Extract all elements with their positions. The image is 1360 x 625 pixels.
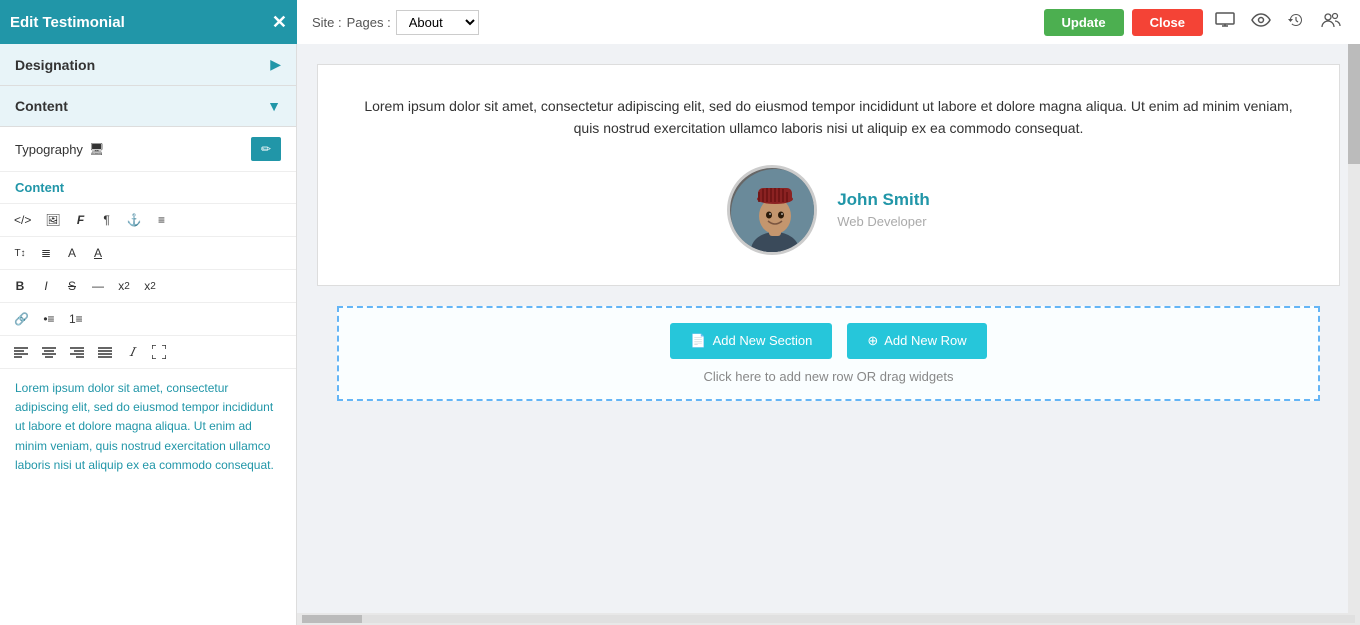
fontcolor-btn[interactable]: A xyxy=(60,241,84,265)
highlight-btn[interactable]: A xyxy=(86,241,110,265)
ordered-list-btn[interactable]: 1≡ xyxy=(63,307,89,331)
history-icon[interactable] xyxy=(1283,7,1309,38)
content-arrow-icon: ▼ xyxy=(267,98,281,114)
toolbar-row-1: </> 🖼 F ¶ ⚓ ≡ xyxy=(0,204,296,237)
monitor-icon: 🖥 xyxy=(89,142,104,156)
content-label-row: Content xyxy=(0,172,296,204)
add-section-buttons: 📄 Add New Section ⊕ Add New Row xyxy=(354,323,1303,359)
italic3-btn[interactable]: 𝐼 xyxy=(120,340,144,364)
toolbar-row-3: B I S — x2 x2 xyxy=(0,270,296,303)
pages-label: Pages : xyxy=(347,15,391,30)
plus-icon: ⊕ xyxy=(867,333,878,349)
testimonial-card: Lorem ipsum dolor sit amet, consectetur … xyxy=(317,64,1340,286)
pencil-icon: ✏ xyxy=(261,142,271,156)
author-info: John Smith Web Developer xyxy=(837,190,930,229)
top-bar-actions: Update Close xyxy=(1044,7,1345,38)
bottom-scrollbar[interactable] xyxy=(297,613,1360,625)
hr-btn[interactable]: — xyxy=(86,274,110,298)
justify-btn[interactable] xyxy=(92,340,118,364)
top-bar-main: Site : Pages : About Home Contact Blog U… xyxy=(297,0,1360,44)
font-btn[interactable]: F xyxy=(69,208,93,232)
left-panel: Designation ▶ Content ▼ Typography 🖥 ✏ C… xyxy=(0,44,297,625)
toolbar-row-4: 🔗 •≡ 1≡ xyxy=(0,303,296,336)
code-btn[interactable]: </> xyxy=(8,208,37,232)
list-indent-btn[interactable]: ≣ xyxy=(34,241,58,265)
canvas-area: Lorem ipsum dolor sit amet, consectetur … xyxy=(297,44,1360,625)
add-new-section-button[interactable]: 📄 Add New Section xyxy=(670,323,832,359)
users-icon[interactable] xyxy=(1317,8,1345,37)
content-section-header[interactable]: Content ▼ xyxy=(0,86,296,127)
author-title: Web Developer xyxy=(837,214,930,229)
bullet-list-btn[interactable]: •≡ xyxy=(37,307,61,331)
align-center-btn[interactable] xyxy=(36,340,62,364)
content-section-label: Content xyxy=(15,98,68,114)
align-btn[interactable]: ≡ xyxy=(150,208,174,232)
designation-arrow-icon: ▶ xyxy=(270,56,281,73)
editor-title: Edit Testimonial xyxy=(10,14,272,31)
align-right-btn[interactable] xyxy=(64,340,90,364)
anchor-btn[interactable]: ⚓ xyxy=(121,208,148,232)
superscript-btn[interactable]: x2 xyxy=(112,274,136,298)
image-btn[interactable]: 🖼 xyxy=(39,208,66,232)
right-scrollbar-thumb[interactable] xyxy=(1348,44,1360,164)
toolbar-row-5: 𝐼 xyxy=(0,336,296,369)
typography-edit-button[interactable]: ✏ xyxy=(251,137,281,161)
bottom-scrollbar-thumb[interactable] xyxy=(302,615,362,623)
add-section-area: 📄 Add New Section ⊕ Add New Row Click he… xyxy=(337,306,1320,401)
author-avatar xyxy=(727,165,817,255)
designation-section[interactable]: Designation ▶ xyxy=(0,44,296,86)
bold-btn[interactable]: B xyxy=(8,274,32,298)
paragraph-btn[interactable]: ¶ xyxy=(95,208,119,232)
add-new-row-button[interactable]: ⊕ Add New Row xyxy=(847,323,986,359)
update-button[interactable]: Update xyxy=(1044,9,1124,36)
align-left-btn[interactable] xyxy=(8,340,34,364)
preview-icon[interactable] xyxy=(1247,9,1275,36)
designation-label: Designation xyxy=(15,57,95,73)
textsize-btn[interactable]: T↕ xyxy=(8,241,32,265)
toolbar-row-2: T↕ ≣ A A xyxy=(0,237,296,270)
italic-btn[interactable]: I xyxy=(34,274,58,298)
close-button[interactable]: Close xyxy=(1132,9,1203,36)
subscript-btn[interactable]: x2 xyxy=(138,274,162,298)
pages-select[interactable]: About Home Contact Blog xyxy=(396,10,479,35)
close-x-button[interactable]: ✕ xyxy=(272,12,287,33)
site-label: Site : xyxy=(312,15,342,30)
editor-content[interactable]: Lorem ipsum dolor sit amet, consectetur … xyxy=(15,379,281,475)
testimonial-text: Lorem ipsum dolor sit amet, consectetur … xyxy=(358,95,1299,140)
editor-header: Edit Testimonial ✕ xyxy=(0,0,297,44)
fullscreen-btn[interactable] xyxy=(146,340,172,364)
text-editor[interactable]: Lorem ipsum dolor sit amet, consectetur … xyxy=(0,369,296,625)
typography-label: Typography 🖥 xyxy=(15,142,104,157)
typography-row: Typography 🖥 ✏ xyxy=(0,127,296,172)
link-btn[interactable]: 🔗 xyxy=(8,307,35,331)
right-scrollbar[interactable] xyxy=(1348,44,1360,613)
right-panel: Lorem ipsum dolor sit amet, consectetur … xyxy=(297,44,1360,625)
add-hint-text: Click here to add new row OR drag widget… xyxy=(354,369,1303,384)
strike-btn[interactable]: S xyxy=(60,274,84,298)
author-name: John Smith xyxy=(837,190,930,210)
bottom-scrollbar-track xyxy=(302,615,1355,623)
desktop-icon[interactable] xyxy=(1211,8,1239,37)
file-icon: 📄 xyxy=(690,333,706,349)
testimonial-author: John Smith Web Developer xyxy=(358,165,1299,255)
